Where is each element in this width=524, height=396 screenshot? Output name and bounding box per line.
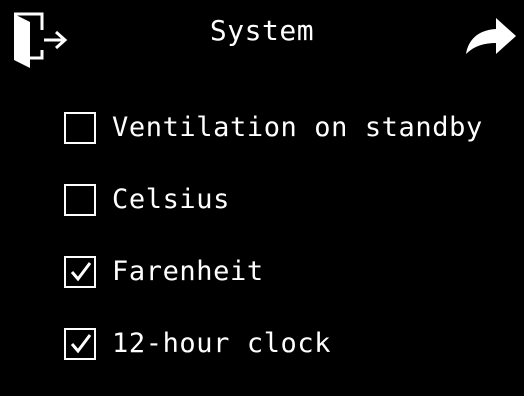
checkmark-icon <box>70 334 92 354</box>
option-farenheit[interactable]: Farenheit <box>64 252 514 324</box>
checkbox-farenheit[interactable] <box>64 256 96 288</box>
exit-button[interactable] <box>8 8 72 72</box>
header-bar: System <box>0 0 524 80</box>
page-title: System <box>209 14 315 47</box>
exit-door-icon <box>14 12 68 68</box>
option-12-hour-clock[interactable]: 12-hour clock <box>64 324 514 396</box>
checkmark-icon <box>70 262 92 282</box>
system-settings-screen: System Ventilation on standby Celsius Fa… <box>0 0 524 387</box>
option-label: Ventilation on standby <box>112 112 483 143</box>
option-ventilation-standby[interactable]: Ventilation on standby <box>64 108 514 180</box>
checkbox-ventilation-standby[interactable] <box>64 112 96 144</box>
next-button[interactable] <box>460 10 520 66</box>
checkbox-12-hour-clock[interactable] <box>64 328 96 360</box>
settings-list: Ventilation on standby Celsius Farenheit… <box>64 108 514 396</box>
option-label: Farenheit <box>112 256 264 287</box>
option-celsius[interactable]: Celsius <box>64 180 514 252</box>
forward-arrow-icon <box>466 18 516 54</box>
checkbox-celsius[interactable] <box>64 184 96 216</box>
option-label: 12-hour clock <box>112 328 332 359</box>
option-label: Celsius <box>112 184 230 215</box>
